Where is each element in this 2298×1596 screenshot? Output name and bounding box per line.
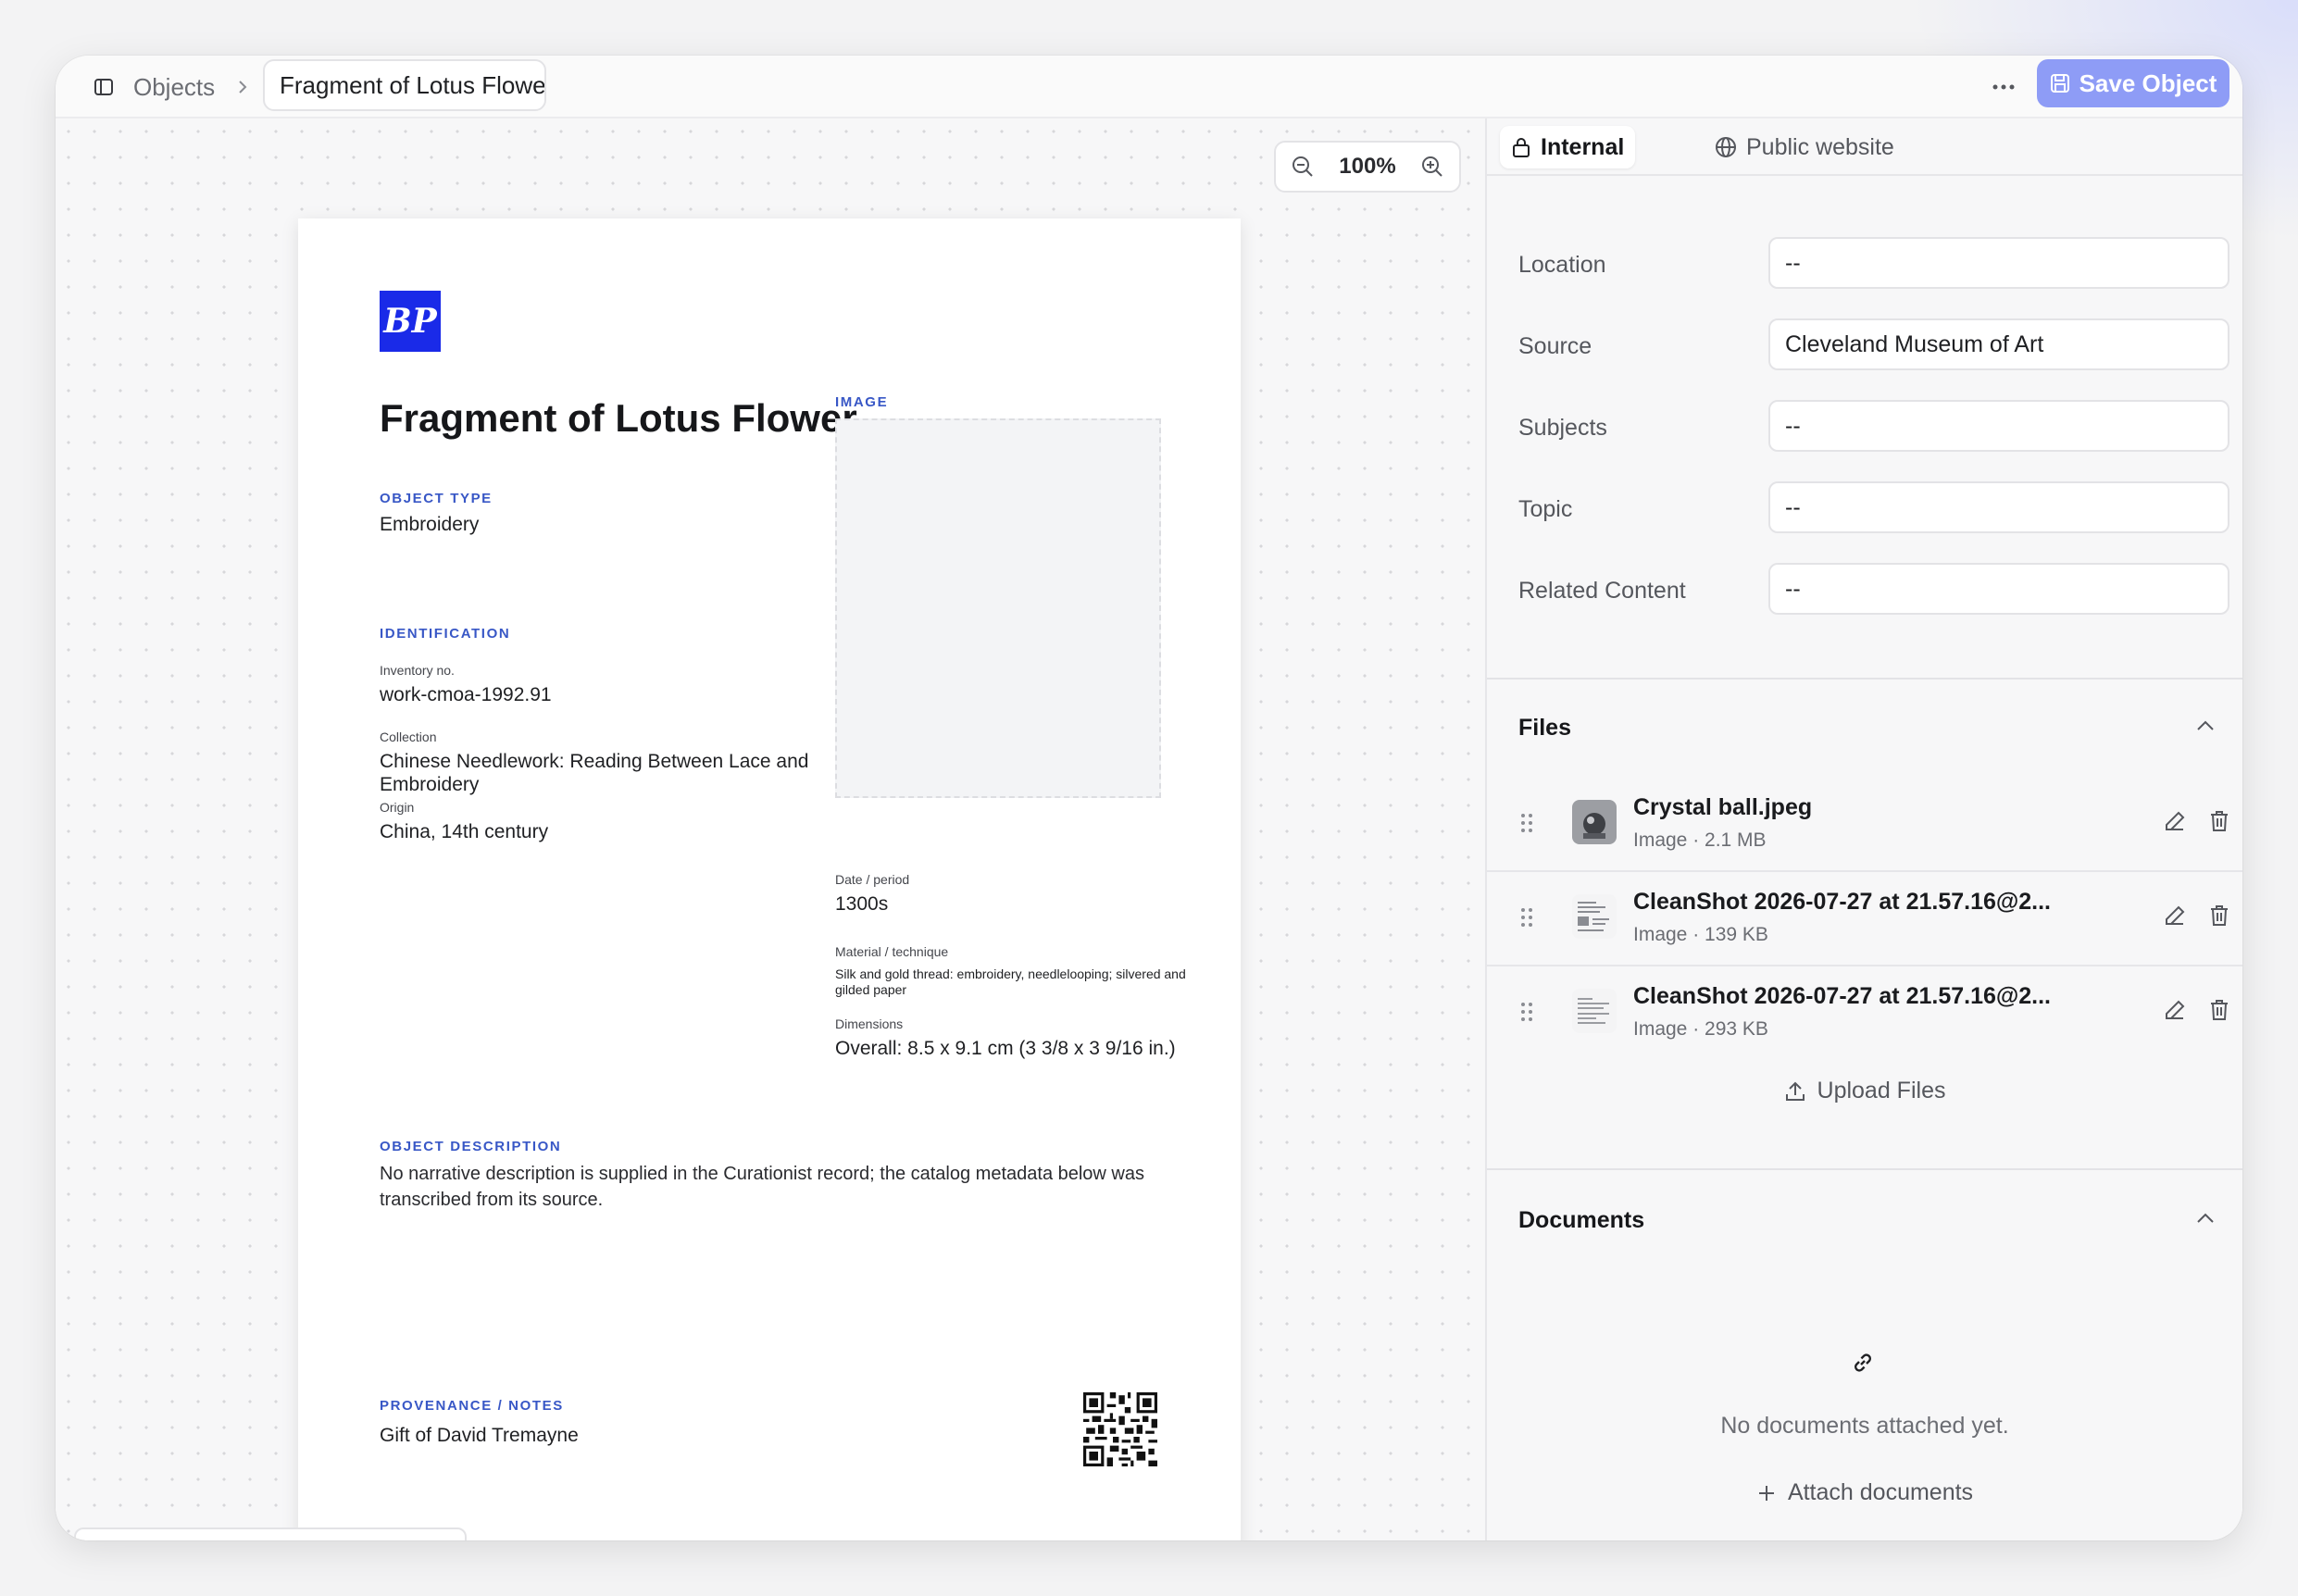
globe-icon <box>1715 136 1737 158</box>
preview-canvas[interactable]: 100% BP Fragment of Lotus Flower IMAGE O… <box>56 118 1485 1540</box>
source-label: Source <box>1518 333 1592 359</box>
topic-label: Topic <box>1518 496 1573 522</box>
save-object-label: Save Object <box>2079 69 2217 97</box>
zoom-level: 100% <box>1339 154 1396 179</box>
edit-icon[interactable] <box>2163 998 2189 1024</box>
dimensions-label: Dimensions <box>835 1016 904 1031</box>
file-meta: Image · 2.1 MB <box>1633 829 1767 851</box>
tab-internal-label: Internal <box>1541 133 1625 160</box>
attach-documents-button[interactable]: Attach documents <box>1487 1479 2242 1506</box>
identification-label: IDENTIFICATION <box>380 626 511 642</box>
zoom-in-icon[interactable] <box>1420 155 1444 179</box>
canvas-hint: Scroll to pan. Ctrl/Cmd + scroll to zoom… <box>74 1527 468 1540</box>
subjects-input[interactable]: -- <box>1768 400 2229 452</box>
plus-icon <box>1756 1483 1777 1503</box>
visibility-tabs: Internal Public website <box>1487 118 2242 176</box>
drag-handle-icon[interactable] <box>1520 907 1539 933</box>
date-value: 1300s <box>835 893 889 915</box>
tab-internal[interactable]: Internal <box>1500 126 1636 168</box>
zoom-out-icon[interactable] <box>1291 155 1315 179</box>
brand-logo: BP <box>380 291 441 352</box>
object-description-label: OBJECT DESCRIPTION <box>380 1139 562 1154</box>
lock-icon <box>1511 136 1531 158</box>
more-options-icon[interactable] <box>1985 69 2022 106</box>
file-row[interactable]: Crystal ball.jpeg Image · 2.1 MB <box>1487 778 2242 870</box>
location-input[interactable]: -- <box>1768 237 2229 289</box>
tab-public-website[interactable]: Public website <box>1704 126 1905 168</box>
inventory-value: work-cmoa-1992.91 <box>380 684 552 705</box>
material-label: Material / technique <box>835 944 949 959</box>
dimensions-value: Overall: 8.5 x 9.1 cm (3 3/8 x 3 9/16 in… <box>835 1038 1176 1059</box>
tab-public-website-label: Public website <box>1746 133 1894 160</box>
object-sheet-page: BP Fragment of Lotus Flower IMAGE OBJECT… <box>298 218 1241 1540</box>
date-label: Date / period <box>835 872 910 887</box>
provenance-value: Gift of David Tremayne <box>380 1425 579 1446</box>
file-name: CleanShot 2026-07-27 at 21.57.16@2... <box>1633 983 2052 1009</box>
origin-label: Origin <box>380 800 415 815</box>
file-row[interactable]: CleanShot 2026-07-27 at 21.57.16@2... Im… <box>1487 872 2242 965</box>
collection-value: Chinese Needlework: Reading Between Lace… <box>380 751 809 795</box>
object-type-label: OBJECT TYPE <box>380 491 493 506</box>
upload-files-button[interactable]: Upload Files <box>1487 1078 2242 1104</box>
edit-icon[interactable] <box>2163 809 2189 835</box>
file-row[interactable]: CleanShot 2026-07-27 at 21.57.16@2... Im… <box>1487 966 2242 1059</box>
image-placeholder <box>835 418 1161 798</box>
related-content-label: Related Content <box>1518 578 1686 604</box>
app-window: Objects Fragment of Lotus Flower Save Ob… <box>56 56 2242 1540</box>
breadcrumb-objects[interactable]: Objects <box>133 70 215 104</box>
documents-section-title: Documents <box>1518 1207 1645 1233</box>
drag-handle-icon[interactable] <box>1520 1002 1539 1028</box>
file-thumbnail <box>1572 894 1617 939</box>
save-object-button[interactable]: Save Object <box>2037 59 2229 107</box>
related-content-input[interactable]: -- <box>1768 563 2229 615</box>
documents-empty-message: No documents attached yet. <box>1720 1413 2009 1439</box>
topic-input[interactable]: -- <box>1768 481 2229 533</box>
chevron-right-icon <box>228 72 257 102</box>
breadcrumb-current-title[interactable]: Fragment of Lotus Flower <box>263 59 546 111</box>
sidebar-toggle-icon[interactable] <box>89 72 119 102</box>
collection-label: Collection <box>380 729 437 744</box>
subjects-label: Subjects <box>1518 415 1607 441</box>
qr-code <box>1083 1392 1157 1466</box>
file-name: CleanShot 2026-07-27 at 21.57.16@2... <box>1633 889 2052 915</box>
zoom-control: 100% <box>1274 141 1461 193</box>
edit-icon[interactable] <box>2163 904 2189 929</box>
floppy-disk-icon <box>2050 73 2070 94</box>
details-panel: Internal Public website Location -- Sour… <box>1485 118 2242 1540</box>
upload-icon <box>1784 1080 1806 1103</box>
link-icon <box>1850 1350 1878 1378</box>
image-label: IMAGE <box>835 394 889 410</box>
file-meta: Image · 139 KB <box>1633 924 1768 945</box>
file-thumbnail <box>1572 800 1617 844</box>
file-meta: Image · 293 KB <box>1633 1018 1768 1040</box>
object-type-value: Embroidery <box>380 514 480 535</box>
section-divider <box>1487 1168 2242 1170</box>
sheet-title: Fragment of Lotus Flower <box>380 396 857 440</box>
origin-value: China, 14th century <box>380 821 549 842</box>
file-name: Crystal ball.jpeg <box>1633 794 1813 820</box>
upload-files-label: Upload Files <box>1817 1078 1946 1103</box>
chevron-up-icon[interactable] <box>2192 1205 2218 1231</box>
source-input[interactable]: Cleveland Museum of Art <box>1768 318 2229 370</box>
location-label: Location <box>1518 252 1606 278</box>
inventory-label: Inventory no. <box>380 663 455 678</box>
trash-icon[interactable] <box>2207 998 2233 1024</box>
trash-icon[interactable] <box>2207 809 2233 835</box>
file-thumbnail <box>1572 989 1617 1033</box>
top-bar: Objects Fragment of Lotus Flower Save Ob… <box>56 56 2242 118</box>
provenance-label: PROVENANCE / NOTES <box>380 1398 564 1414</box>
section-divider <box>1487 678 2242 680</box>
chevron-up-icon[interactable] <box>2192 713 2218 739</box>
object-description: No narrative description is supplied in … <box>380 1164 1144 1210</box>
drag-handle-icon[interactable] <box>1520 813 1539 839</box>
attach-documents-label: Attach documents <box>1787 1479 1974 1505</box>
material-value: Silk and gold thread: embroidery, needle… <box>835 966 1186 997</box>
files-section-title: Files <box>1518 715 1571 741</box>
trash-icon[interactable] <box>2207 904 2233 929</box>
